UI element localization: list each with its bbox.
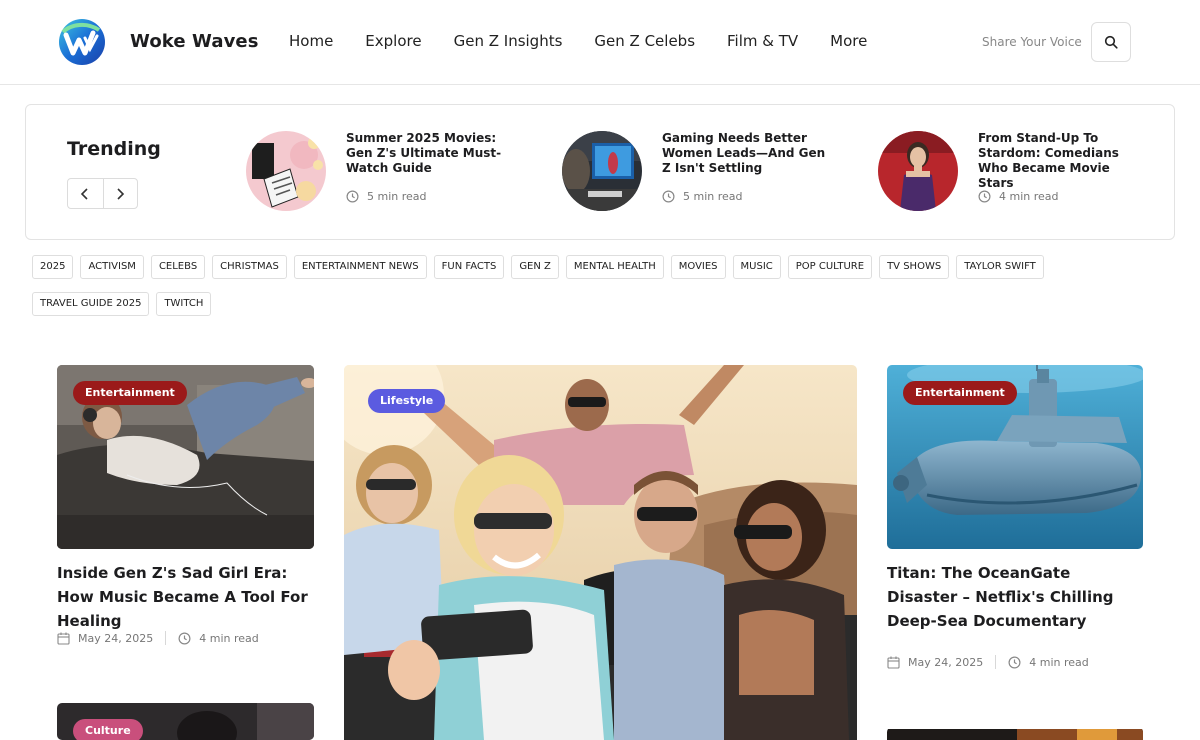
trending-item-title[interactable]: Summer 2025 Movies: Gen Z's Ultimate Mus… [346,131,516,176]
tag-pop-culture[interactable]: POP CULTURE [787,255,873,279]
tag-music[interactable]: MUSIC [732,255,781,279]
tag-movies[interactable]: MOVIES [670,255,726,279]
tag-gen-z[interactable]: GEN Z [511,255,559,279]
nav-gen-z-insights[interactable]: Gen Z Insights [454,32,563,50]
search-button[interactable] [1091,22,1131,62]
search-icon [1104,35,1118,49]
tag-list: 2025 ACTIVISM CELEBS CHRISTMAS ENTERTAIN… [32,255,1172,329]
trending-item-meta: 5 min read [662,190,743,203]
trending-item-meta: 5 min read [346,190,427,203]
category-badge[interactable]: Entertainment [903,381,1017,405]
tag-christmas[interactable]: CHRISTMAS [212,255,287,279]
clock-icon [178,631,191,645]
trending-title: Trending [67,138,161,160]
trending-panel: Trending Summer 2025 Movies: Gen Z's Ult… [25,104,1175,240]
trending-thumbnail[interactable] [878,131,958,211]
article-title[interactable]: Titan: The OceanGate Disaster – Netflix'… [887,561,1143,633]
trending-thumbnail[interactable] [246,131,326,211]
read-time: 5 min read [683,190,743,203]
read-time: 4 min read [1029,655,1089,669]
article-meta: May 24, 2025 4 min read [887,655,1089,669]
nav-explore[interactable]: Explore [365,32,421,50]
calendar-icon [57,632,70,645]
share-your-voice-link[interactable]: Share Your Voice [982,35,1082,49]
tag-twitch[interactable]: TWITCH [156,292,212,316]
tag-taylor-swift[interactable]: TAYLOR SWIFT [956,255,1044,279]
site-header: Woke Waves Home Explore Gen Z Insights G… [0,0,1200,85]
tag-celebs[interactable]: CELEBS [150,255,206,279]
article-date: May 24, 2025 [908,655,984,669]
clock-icon [662,190,675,203]
tag-travel-guide-2025[interactable]: TRAVEL GUIDE 2025 [32,292,150,316]
chevron-left-icon [81,187,88,200]
nav-more[interactable]: More [830,32,867,50]
meta-divider [165,631,167,645]
category-badge[interactable]: Lifestyle [368,389,446,413]
tag-activism[interactable]: ACTIVISM [80,255,144,279]
meta-divider [995,655,997,669]
chevron-right-icon [117,187,125,200]
tag-2025[interactable]: 2025 [32,255,74,279]
read-time: 5 min read [367,190,427,203]
calendar-icon [887,656,900,669]
brand-name[interactable]: Woke Waves [130,31,259,52]
article-image-right-bottom[interactable] [887,727,1143,740]
read-time: 4 min read [199,631,259,645]
trending-item-title[interactable]: From Stand-Up To Stardom: Comedians Who … [978,131,1148,191]
article-title[interactable]: Inside Gen Z's Sad Girl Era: How Music B… [57,561,314,633]
main-nav: Home Explore Gen Z Insights Gen Z Celebs… [289,32,899,50]
category-badge[interactable]: Culture [73,719,143,740]
tag-mental-health[interactable]: MENTAL HEALTH [565,255,664,279]
tag-fun-facts[interactable]: FUN FACTS [433,255,505,279]
clock-icon [978,190,991,203]
tag-tv-shows[interactable]: TV SHOWS [879,255,950,279]
prev-button[interactable] [68,179,103,208]
trending-arrows [67,178,138,209]
article-date: May 24, 2025 [78,631,154,645]
clock-icon [1008,655,1021,669]
trending-item-title[interactable]: Gaming Needs Better Women Leads—And Gen … [662,131,832,176]
read-time: 4 min read [999,190,1059,203]
trending-item-meta: 4 min read [978,190,1059,203]
next-button[interactable] [102,179,138,208]
woke-waves-logo[interactable] [57,18,107,66]
article-meta: May 24, 2025 4 min read [57,631,259,645]
nav-film-tv[interactable]: Film & TV [727,32,798,50]
category-badge[interactable]: Entertainment [73,381,187,405]
clock-icon [346,190,359,203]
nav-gen-z-celebs[interactable]: Gen Z Celebs [594,32,695,50]
nav-home[interactable]: Home [289,32,333,50]
tag-entertainment-news[interactable]: ENTERTAINMENT NEWS [293,255,427,279]
trending-thumbnail[interactable] [562,131,642,211]
featured-article-image[interactable] [344,365,857,740]
